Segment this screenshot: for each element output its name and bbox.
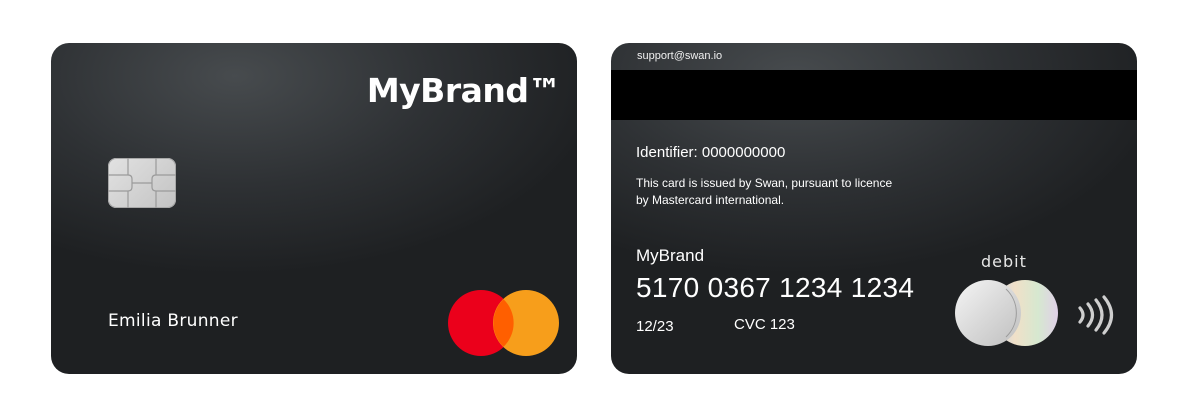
legal-notice: This card is issued by Swan, pursuant to…: [636, 175, 936, 209]
cvc-code: CVC 123: [734, 316, 795, 333]
support-email: support@swan.io: [637, 50, 723, 62]
contactless-icon: [1078, 295, 1114, 335]
chip-icon: [108, 158, 176, 208]
legal-line-2: by Mastercard international.: [636, 193, 785, 207]
legal-line-1: This card is issued by Swan, pursuant to…: [636, 176, 893, 190]
brand-logo: MyBrand™: [366, 71, 562, 110]
hologram-icon: [955, 280, 1058, 346]
card-identifier: Identifier: 0000000000: [636, 144, 786, 161]
card-type-label: debit: [981, 252, 1027, 271]
magnetic-stripe: [611, 70, 1137, 120]
mastercard-logo-icon: [448, 290, 559, 356]
card-number: 5170 0367 1234 1234: [636, 272, 915, 303]
expiry-date: 12/23: [636, 318, 674, 335]
card-back: support@swan.io Identifier: 0000000000 T…: [611, 43, 1137, 374]
back-brand-name: MyBrand: [636, 246, 705, 265]
cardholder-name: Emilia Brunner: [108, 311, 238, 331]
card-front: MyBrand™ Emilia Brunner: [51, 43, 577, 374]
